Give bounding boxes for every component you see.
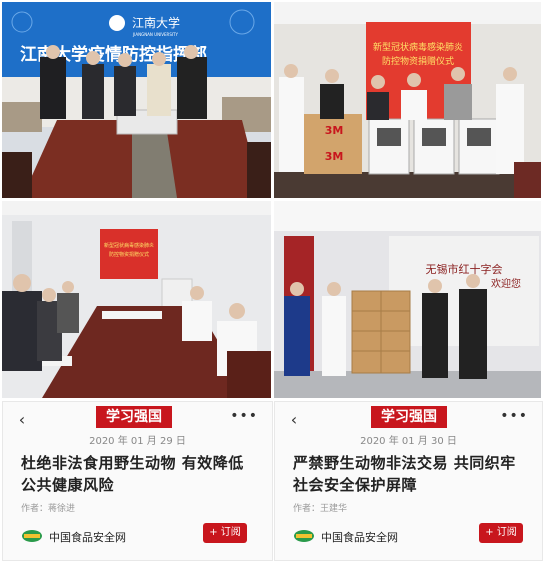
- board-text-1: 新型冠状病毒感染肺炎: [373, 41, 463, 53]
- source-logo-icon: [22, 530, 42, 542]
- article-author: 作者：蒋徐进: [21, 504, 76, 514]
- more-menu-icon[interactable]: •••: [500, 408, 528, 424]
- subscribe-button[interactable]: + 订阅: [479, 523, 523, 543]
- back-arrow-icon[interactable]: ‹: [15, 410, 29, 429]
- brand-logo: 学习强国: [371, 406, 447, 428]
- source-logo-icon: [294, 530, 314, 542]
- box-label-1: 3M: [325, 124, 344, 137]
- back-arrow-icon[interactable]: ‹: [287, 410, 301, 429]
- screen-text-1: 新型冠状病毒感染肺炎: [104, 242, 154, 249]
- box-label-2: 3M: [325, 150, 344, 163]
- board-text-2: 防控物资捐赠仪式: [382, 55, 454, 67]
- article-date: 2020 年 01 月 29 日: [89, 436, 186, 447]
- article-date: 2020 年 01 月 30 日: [360, 436, 457, 447]
- article-card-1[interactable]: ‹ 学习强国 ••• 2020 年 01 月 29 日 杜绝非法食用野生动物 有…: [2, 401, 273, 561]
- article-headline[interactable]: 杜绝非法食用野生动物 有效降低公共健康风险: [21, 452, 245, 496]
- photo-top-right: 新型冠状病毒感染肺炎 防控物资捐赠仪式 3M 3M: [274, 2, 541, 198]
- article-author: 作者：王建华: [293, 504, 348, 514]
- article-card-2[interactable]: ‹ 学习强国 ••• 2020 年 01 月 30 日 严禁野生动物非法交易 共…: [274, 401, 543, 561]
- wall-text: 无锡市红十字会: [426, 262, 503, 276]
- photo-top-left: 江南大学 JIANGNAN UNIVERSITY 江南大学疫情防控指挥部: [2, 2, 271, 198]
- brand-logo: 学习强国: [96, 406, 172, 428]
- banner-logo-en: JIANGNAN UNIVERSITY: [132, 32, 178, 37]
- more-menu-icon[interactable]: •••: [230, 408, 258, 424]
- article-headline[interactable]: 严禁野生动物非法交易 共同织牢社会安全保护屏障: [293, 452, 517, 496]
- source-name[interactable]: 中国食品安全网: [49, 529, 126, 545]
- subscribe-button[interactable]: + 订阅: [203, 523, 247, 543]
- screen-text-2: 防控物资捐赠仪式: [109, 251, 149, 258]
- photo-bottom-right: 无锡市红十字会 欢迎您: [274, 201, 541, 398]
- banner-logo: 江南大学: [132, 15, 180, 30]
- photo-bottom-left: 新型冠状病毒感染肺炎 防控物资捐赠仪式: [2, 201, 271, 398]
- wall-text-2: 欢迎您: [491, 277, 521, 290]
- source-name[interactable]: 中国食品安全网: [321, 529, 398, 545]
